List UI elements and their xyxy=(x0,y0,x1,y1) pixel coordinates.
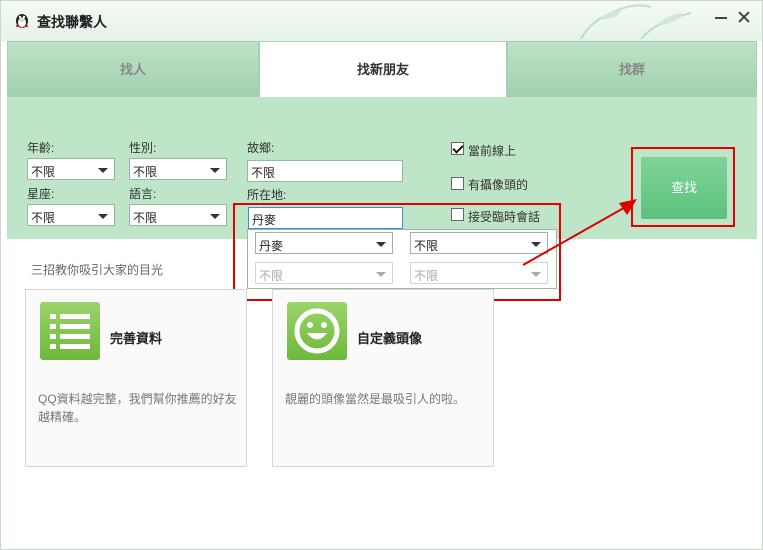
gender-label: 性別: xyxy=(129,141,157,155)
chevron-down-icon xyxy=(98,168,108,173)
city-select: 不限 xyxy=(255,262,393,284)
card-title: 完善資料 xyxy=(110,331,163,346)
chevron-down-icon xyxy=(210,168,220,173)
online-now-checkbox[interactable] xyxy=(451,142,464,155)
chevron-down-icon xyxy=(98,214,108,219)
tab-find-people[interactable]: 找人 xyxy=(7,41,259,97)
hometown-field[interactable]: 不限 xyxy=(247,160,403,182)
zodiac-label: 星座: xyxy=(27,187,55,201)
annotation-arrow xyxy=(522,199,637,266)
card-custom-avatar[interactable]: 自定義頭像 靚麗的頭像當然是最吸引人的啦。 xyxy=(272,289,494,467)
zodiac-value: 不限 xyxy=(31,211,56,225)
gender-select[interactable]: 不限 xyxy=(129,158,227,180)
chevron-down-icon xyxy=(376,242,386,247)
location-field[interactable]: 丹麥 xyxy=(248,207,403,229)
tab-find-groups[interactable]: 找群 xyxy=(507,41,757,97)
card-complete-profile[interactable]: 完善資料 QQ資料越完整，我們幫你推薦的好友越精確。 xyxy=(25,289,247,467)
language-select[interactable]: 不限 xyxy=(129,204,227,226)
city-value: 不限 xyxy=(259,269,284,283)
accept-temp-chat-checkbox[interactable] xyxy=(451,208,464,221)
gender-value: 不限 xyxy=(133,165,158,179)
card-description: QQ資料越完整，我們幫你推薦的好友越精確。 xyxy=(38,392,237,424)
chevron-down-icon xyxy=(531,272,541,277)
age-value: 不限 xyxy=(31,165,56,179)
find-contacts-window: 查找聯繫人 找人 找新朋友 找群 年齡: 不限 性別: 不限 星座: 不限 語言… xyxy=(0,0,763,550)
zodiac-select[interactable]: 不限 xyxy=(27,204,115,226)
list-icon xyxy=(40,302,100,360)
province-value: 不限 xyxy=(414,239,439,253)
minimize-button[interactable] xyxy=(711,7,731,27)
close-button[interactable] xyxy=(734,7,754,27)
chevron-down-icon xyxy=(210,214,220,219)
window-title: 查找聯繫人 xyxy=(37,14,107,30)
card-description: 靚麗的頭像當然是最吸引人的啦。 xyxy=(285,392,466,406)
country-value: 丹麥 xyxy=(259,239,284,253)
language-value: 不限 xyxy=(133,211,158,225)
online-now-label[interactable]: 當前線上 xyxy=(468,142,516,159)
tab-find-new-friends[interactable]: 找新朋友 xyxy=(259,41,507,97)
bamboo-decoration xyxy=(580,4,692,39)
search-button[interactable]: 查找 xyxy=(641,157,727,219)
chevron-down-icon xyxy=(376,272,386,277)
card-title: 自定義頭像 xyxy=(357,331,423,346)
qq-penguin-icon xyxy=(16,14,28,28)
has-camera-checkbox[interactable] xyxy=(451,177,464,190)
age-select[interactable]: 不限 xyxy=(27,158,115,180)
hometown-label: 故鄉: xyxy=(247,141,275,155)
tab-bar: 找人 找新朋友 找群 xyxy=(7,41,757,97)
language-label: 語言: xyxy=(129,187,157,201)
district-value: 不限 xyxy=(414,269,439,283)
smiley-icon xyxy=(287,302,347,360)
country-select[interactable]: 丹麥 xyxy=(255,232,393,254)
tips-heading: 三招教你吸引大家的目光 xyxy=(31,263,164,277)
location-label: 所在地: xyxy=(247,188,287,202)
title-bar: 查找聯繫人 xyxy=(1,1,762,39)
age-label: 年齡: xyxy=(27,141,55,155)
